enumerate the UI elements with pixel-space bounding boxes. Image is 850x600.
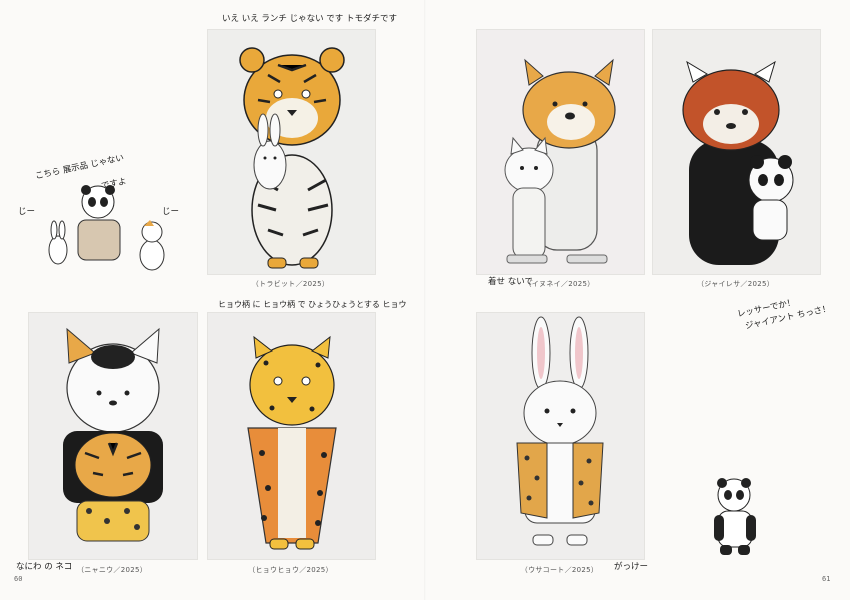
caption-jaiantopanda: （ジャイレサ／2025） — [696, 280, 775, 288]
page-number-left: 60 — [14, 575, 23, 583]
page-number-right: 61 — [822, 575, 831, 583]
artwork-tiger-with-rabbit — [207, 29, 376, 275]
page-gutter — [424, 0, 426, 600]
caption-usacoat: （ウサコート／2025） — [520, 566, 599, 574]
handwritten-note-leopard: ヒョウ柄 に ヒョウ柄 で ひょうひょうとする ヒョウ — [218, 300, 407, 309]
panda-and-friends-doodle — [48, 185, 165, 271]
caption-inuneko: （イヌネイ／2025） — [524, 280, 595, 288]
dog-cat-illustration — [477, 30, 644, 274]
caption-nyanitora: （ニャニウ／2025） — [76, 566, 148, 574]
leopard-illustration — [208, 313, 375, 559]
panda-doodle-bottom — [714, 478, 756, 555]
redpanda-panda-illustration — [653, 30, 820, 274]
handwritten-note-tiger: いえ いえ ランチ じゃない です トモダチです — [222, 14, 398, 24]
artwork-leopard-coat — [207, 312, 376, 560]
handwritten-note-ji-left: じー — [18, 207, 36, 217]
artwork-cat-tiger-shirt — [28, 312, 198, 560]
caption-hyouhyou: （ヒョウヒョウ／2025） — [248, 566, 333, 574]
rabbit-illustration — [477, 313, 644, 559]
artwork-redpanda-with-panda — [652, 29, 821, 275]
artwork-rabbit-vest — [476, 312, 645, 560]
caption-torabitto: （トラビット／2025） — [251, 280, 330, 288]
artwork-dog-with-cat — [476, 29, 645, 275]
tiger-rabbit-illustration — [208, 30, 375, 274]
cat-tiger-illustration — [29, 313, 197, 559]
